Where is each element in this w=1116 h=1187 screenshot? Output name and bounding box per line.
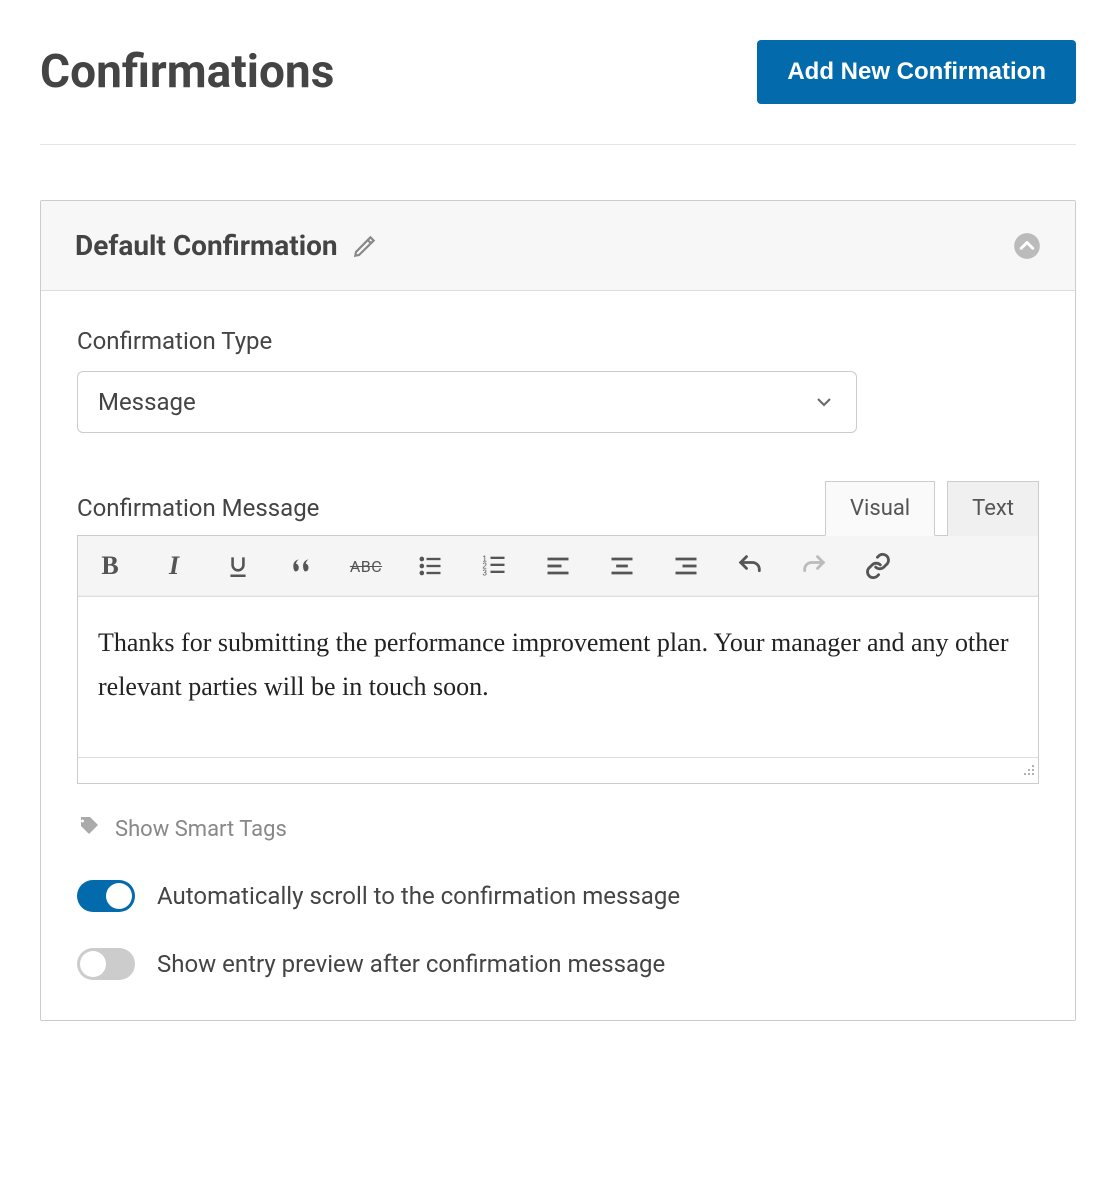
editor-tabs: Visual Text <box>813 481 1039 536</box>
auto-scroll-label: Automatically scroll to the confirmation… <box>157 882 680 910</box>
panel-title: Default Confirmation <box>75 229 338 262</box>
pencil-icon[interactable] <box>352 233 378 259</box>
link-icon[interactable] <box>860 548 896 584</box>
bold-icon[interactable]: B <box>92 548 128 584</box>
strikethrough-icon[interactable]: ABC <box>348 548 384 584</box>
italic-icon[interactable]: I <box>156 548 192 584</box>
align-center-icon[interactable] <box>604 548 640 584</box>
confirmation-panel: Default Confirmation Confirmation Type M… <box>40 200 1076 1021</box>
page-title: Confirmations <box>40 45 334 99</box>
confirmation-type-label: Confirmation Type <box>77 327 1039 355</box>
panel-title-wrap: Default Confirmation <box>75 229 378 262</box>
smart-tags-label: Show Smart Tags <box>115 817 287 842</box>
auto-scroll-toggle[interactable] <box>77 880 135 912</box>
show-smart-tags-button[interactable]: Show Smart Tags <box>77 814 1039 844</box>
numbered-list-icon[interactable]: 123 <box>476 548 512 584</box>
confirmation-type-value: Message <box>98 388 196 416</box>
rich-text-editor: B I ABC 123 <box>77 535 1039 784</box>
bullet-list-icon[interactable] <box>412 548 448 584</box>
show-preview-option: Show entry preview after confirmation me… <box>77 948 1039 980</box>
show-preview-label: Show entry preview after confirmation me… <box>157 950 665 978</box>
panel-header: Default Confirmation <box>41 201 1075 291</box>
redo-icon[interactable] <box>796 548 832 584</box>
underline-icon[interactable] <box>220 548 256 584</box>
blockquote-icon[interactable] <box>284 548 320 584</box>
editor-content[interactable]: Thanks for submitting the performance im… <box>78 597 1038 757</box>
confirmation-type-select[interactable]: Message <box>77 371 857 433</box>
tab-visual[interactable]: Visual <box>825 481 935 536</box>
svg-text:3: 3 <box>482 568 487 577</box>
message-header-row: Confirmation Message Visual Text <box>77 481 1039 536</box>
tag-icon <box>77 814 101 844</box>
editor-footer <box>78 757 1038 783</box>
editor-toolbar: B I ABC 123 <box>78 536 1038 597</box>
undo-icon[interactable] <box>732 548 768 584</box>
page-header: Confirmations Add New Confirmation <box>40 40 1076 145</box>
panel-body: Confirmation Type Message Confirmation M… <box>41 291 1075 1020</box>
auto-scroll-option: Automatically scroll to the confirmation… <box>77 880 1039 912</box>
confirmation-message-label: Confirmation Message <box>77 494 319 522</box>
add-new-confirmation-button[interactable]: Add New Confirmation <box>757 40 1076 104</box>
chevron-down-icon <box>812 390 836 414</box>
align-left-icon[interactable] <box>540 548 576 584</box>
chevron-up-icon[interactable] <box>1013 232 1041 260</box>
align-right-icon[interactable] <box>668 548 704 584</box>
tab-text[interactable]: Text <box>947 481 1039 536</box>
resize-handle-icon[interactable] <box>1019 760 1035 780</box>
show-preview-toggle[interactable] <box>77 948 135 980</box>
